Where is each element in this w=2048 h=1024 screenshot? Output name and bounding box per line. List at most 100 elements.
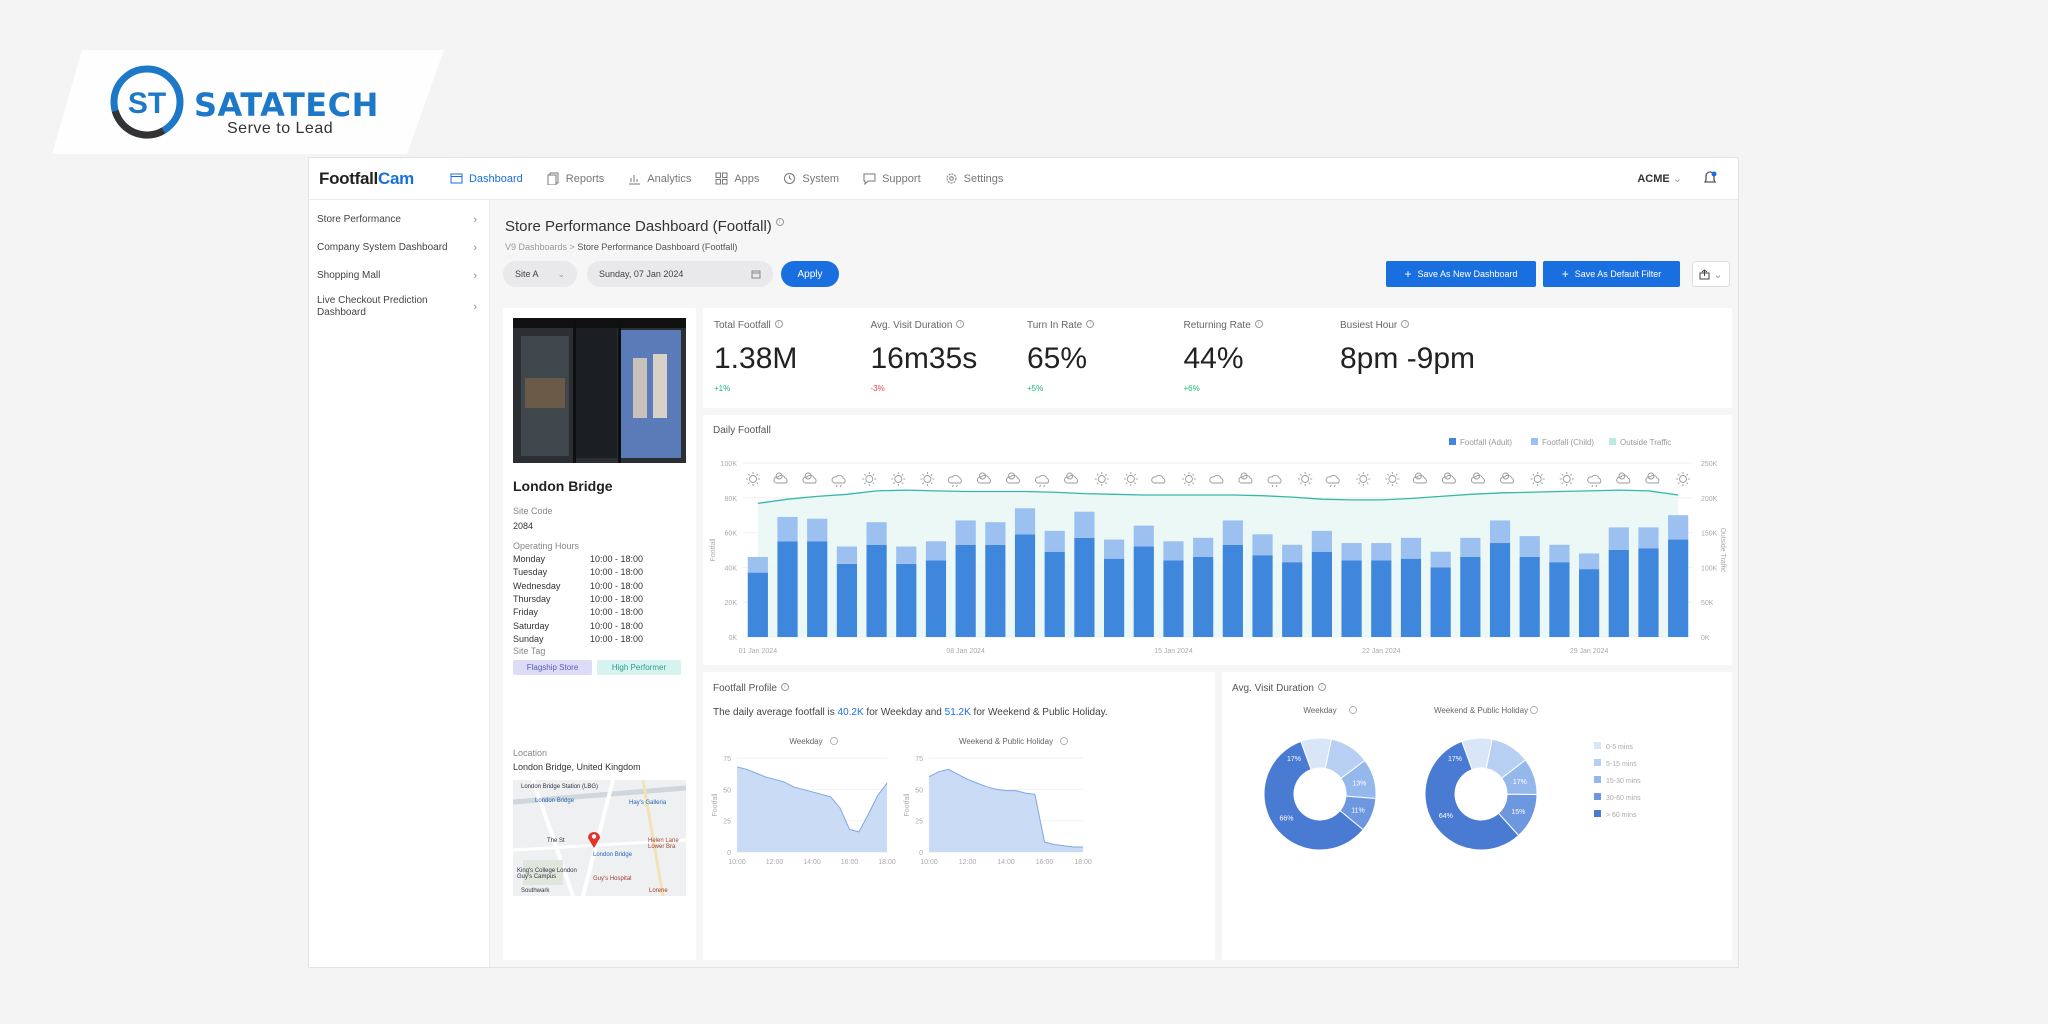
bar-child[interactable]: [896, 546, 917, 564]
legend-item[interactable]: Footfall (Adult): [1449, 438, 1512, 447]
info-icon[interactable]: [1349, 706, 1357, 714]
bar-child[interactable]: [1163, 541, 1184, 561]
bar-adult[interactable]: [866, 544, 887, 637]
bar-child[interactable]: [1371, 543, 1392, 561]
bar-child[interactable]: [1282, 544, 1303, 563]
bar-child[interactable]: [1074, 511, 1095, 538]
bar-adult[interactable]: [1044, 551, 1065, 637]
bar-adult[interactable]: [836, 563, 857, 637]
bar-child[interactable]: [985, 522, 1006, 545]
location-map[interactable]: London Bridge Station (LBG) London Bridg…: [513, 780, 686, 896]
bar-child[interactable]: [1341, 543, 1362, 561]
bar-child[interactable]: [1638, 527, 1659, 549]
save-default-filter-button[interactable]: + Save As Default Filter: [1543, 261, 1680, 287]
save-new-dashboard-button[interactable]: + Save As New Dashboard: [1386, 261, 1536, 287]
info-icon[interactable]: i: [956, 320, 965, 328]
bar-adult[interactable]: [1252, 555, 1273, 637]
info-icon[interactable]: i: [775, 218, 784, 226]
bar-child[interactable]: [1133, 525, 1154, 547]
bar-adult[interactable]: [1014, 534, 1036, 637]
account-dropdown[interactable]: ACME ⌄: [1637, 172, 1682, 185]
nav-dashboard[interactable]: Dashboard: [450, 172, 523, 185]
bar-adult[interactable]: [807, 541, 828, 637]
legend-item[interactable]: 5-15 mins: [1594, 759, 1637, 768]
bar-adult[interactable]: [1579, 569, 1600, 637]
bar-adult[interactable]: [1608, 550, 1629, 637]
legend-item[interactable]: Footfall (Child): [1531, 438, 1594, 447]
bar-child[interactable]: [1608, 527, 1629, 550]
info-icon[interactable]: [830, 737, 838, 745]
bar-child[interactable]: [1104, 539, 1125, 559]
bar-child[interactable]: [747, 556, 768, 573]
bar-child[interactable]: [1044, 530, 1065, 552]
nav-reports[interactable]: Reports: [547, 172, 604, 185]
bar-child[interactable]: [1311, 530, 1332, 552]
breadcrumb-root[interactable]: V9 Dashboards: [505, 242, 567, 252]
site-select[interactable]: Site A ⌄: [503, 261, 577, 287]
bar-adult[interactable]: [1460, 556, 1481, 637]
bar-adult[interactable]: [1400, 558, 1422, 637]
bar-child[interactable]: [955, 520, 976, 545]
info-icon[interactable]: i: [1254, 320, 1263, 328]
bar-adult[interactable]: [1430, 567, 1451, 637]
bar-child[interactable]: [1193, 537, 1214, 557]
sidebar-item[interactable]: Shopping Mall ›: [309, 262, 489, 290]
bar-child[interactable]: [866, 522, 887, 545]
legend-item[interactable]: > 60 mins: [1594, 810, 1637, 819]
bar-child[interactable]: [1222, 520, 1243, 545]
sidebar-item[interactable]: Store Performance ›: [309, 206, 489, 234]
bar-adult[interactable]: [1519, 556, 1540, 637]
app-logo[interactable]: FootfallCam: [319, 169, 414, 189]
info-icon[interactable]: [1530, 706, 1538, 714]
info-icon[interactable]: [1060, 737, 1068, 745]
bar-adult[interactable]: [1222, 544, 1243, 637]
bar-adult[interactable]: [1489, 543, 1511, 637]
bar-child[interactable]: [1549, 544, 1570, 563]
sidebar-item[interactable]: Live Checkout Prediction Dashboard ›: [309, 290, 489, 324]
bar-adult[interactable]: [1163, 560, 1184, 637]
legend-item[interactable]: 15-30 mins: [1594, 776, 1641, 785]
bar-child[interactable]: [807, 518, 828, 542]
info-icon[interactable]: i: [1086, 320, 1095, 328]
notification-icon[interactable]: [1702, 170, 1718, 186]
bar-adult[interactable]: [1371, 560, 1392, 637]
date-picker[interactable]: Sunday, 07 Jan 2024: [587, 261, 773, 287]
bar-adult[interactable]: [925, 560, 947, 637]
bar-adult[interactable]: [896, 563, 917, 637]
nav-settings[interactable]: Settings: [945, 172, 1003, 185]
info-icon[interactable]: i: [774, 320, 783, 328]
nav-support[interactable]: Support: [863, 172, 921, 185]
sidebar-item[interactable]: Company System Dashboard ›: [309, 234, 489, 262]
bar-child[interactable]: [1519, 536, 1540, 557]
info-icon[interactable]: i: [1401, 320, 1410, 328]
bar-child[interactable]: [1252, 534, 1273, 556]
bar-child[interactable]: [1668, 515, 1689, 540]
bar-child[interactable]: [1430, 551, 1451, 568]
bar-child[interactable]: [1489, 520, 1511, 544]
apply-button[interactable]: Apply: [781, 261, 839, 287]
legend-item[interactable]: Outside Traffic: [1609, 438, 1671, 447]
bar-adult[interactable]: [1549, 562, 1570, 637]
share-button[interactable]: ⌄: [1692, 261, 1730, 287]
bar-adult[interactable]: [1074, 537, 1095, 637]
bar-adult[interactable]: [1341, 560, 1362, 637]
bar-adult[interactable]: [777, 541, 798, 637]
nav-system[interactable]: System: [783, 172, 839, 185]
bar-adult[interactable]: [1193, 556, 1214, 637]
bar-child[interactable]: [1014, 508, 1036, 535]
nav-analytics[interactable]: Analytics: [628, 172, 691, 185]
legend-item[interactable]: 30-60 mins: [1594, 793, 1641, 802]
bar-child[interactable]: [836, 546, 857, 564]
bar-child[interactable]: [1460, 537, 1481, 557]
bar-adult[interactable]: [1133, 546, 1154, 637]
bar-adult[interactable]: [1104, 558, 1125, 637]
bar-child[interactable]: [1579, 553, 1600, 570]
bar-adult[interactable]: [747, 572, 768, 637]
bar-adult[interactable]: [1282, 562, 1303, 637]
bar-adult[interactable]: [1638, 548, 1659, 637]
legend-item[interactable]: 0-5 mins: [1594, 742, 1633, 751]
bar-child[interactable]: [777, 516, 798, 542]
bar-adult[interactable]: [955, 544, 976, 637]
bar-adult[interactable]: [1668, 539, 1689, 637]
bar-adult[interactable]: [1311, 551, 1332, 637]
